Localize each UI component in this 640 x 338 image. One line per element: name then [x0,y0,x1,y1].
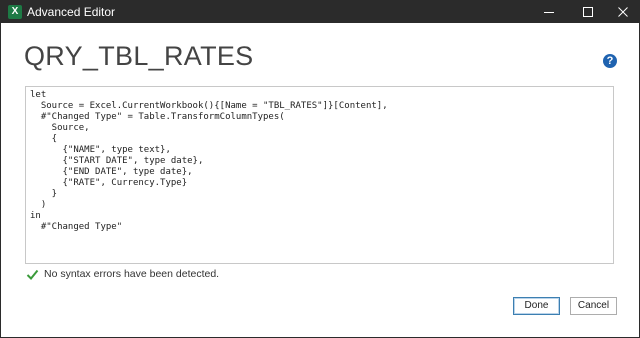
code-line: { [30,134,58,144]
code-line: #"Changed Type" [30,222,123,232]
code-line: } [30,189,58,199]
syntax-status-text: No syntax errors have been detected. [44,268,220,280]
cancel-button[interactable]: Cancel [570,297,617,315]
code-editor[interactable]: let Source = Excel.CurrentWorkbook(){[Na… [25,86,614,264]
syntax-status: No syntax errors have been detected. [26,267,219,281]
excel-icon: X [8,5,22,19]
code-line: {"NAME", type text}, [30,145,171,155]
title-bar[interactable]: X Advanced Editor [1,1,639,23]
close-button[interactable] [607,1,639,23]
code-line: {"END DATE", type date}, [30,167,193,177]
code-line: in [30,211,41,221]
done-button[interactable]: Done [513,297,560,315]
window-title: Advanced Editor [27,5,116,19]
minimize-icon [544,12,554,13]
code-line: ) [30,200,47,210]
help-icon[interactable]: ? [603,54,617,68]
code-line: let [30,90,47,100]
advanced-editor-window: X Advanced Editor QRY_TBL_RATES ? let So… [0,0,640,338]
query-name-heading: QRY_TBL_RATES [24,41,254,71]
excel-icon-letter: X [11,6,19,17]
maximize-button[interactable] [568,1,608,23]
code-line: #"Changed Type" = Table.TransformColumnT… [30,112,285,122]
minimize-button[interactable] [529,1,569,23]
checkmark-icon [26,269,39,280]
code-line: {"START DATE", type date}, [30,156,204,166]
close-icon [618,7,628,17]
code-line: {"RATE", Currency.Type} [30,178,188,188]
code-line: Source, [30,123,90,133]
code-text[interactable]: let Source = Excel.CurrentWorkbook(){[Na… [26,87,613,233]
maximize-icon [583,7,593,17]
code-line: Source = Excel.CurrentWorkbook(){[Name =… [30,101,388,111]
